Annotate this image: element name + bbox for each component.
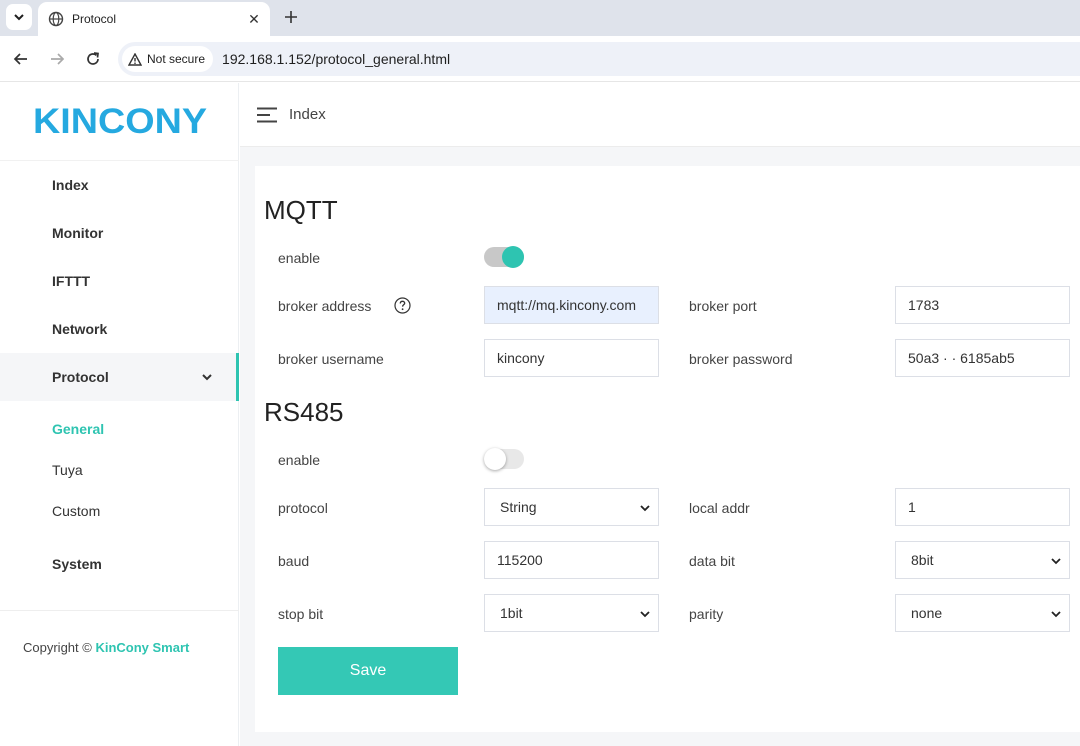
broker-port-label: broker port bbox=[689, 298, 757, 314]
broker-address-value: mqtt://mq.kincony.com bbox=[497, 297, 637, 313]
menu-icon[interactable] bbox=[257, 107, 277, 123]
rs485-enable-label: enable bbox=[278, 452, 321, 468]
broker-username-input[interactable]: kincony bbox=[484, 339, 659, 377]
broker-username-label: broker username bbox=[278, 351, 384, 367]
data-bit-label: data bit bbox=[689, 553, 735, 569]
help-icon[interactable] bbox=[394, 297, 411, 314]
breadcrumb[interactable]: Index bbox=[289, 106, 326, 123]
baud-input[interactable]: 115200 bbox=[484, 541, 659, 579]
sidebar-subitem-tuya[interactable]: Tuya bbox=[0, 452, 239, 488]
sidebar-item-monitor[interactable]: Monitor bbox=[0, 209, 239, 257]
baud-label: baud bbox=[278, 553, 310, 569]
sidebar-subitem-label: Custom bbox=[52, 503, 101, 519]
stop-bit-value: 1bit bbox=[500, 605, 523, 621]
sidebar-item-label: Protocol bbox=[52, 369, 109, 385]
sidebar-item-label: IFTTT bbox=[52, 273, 91, 289]
local-addr-input[interactable]: 1 bbox=[895, 488, 1070, 526]
forward-button[interactable] bbox=[45, 47, 69, 71]
sidebar-item-protocol[interactable]: Protocol bbox=[0, 353, 239, 401]
logo-wordmark: KINCONY bbox=[33, 102, 207, 141]
plus-icon bbox=[285, 11, 297, 23]
stop-bit-select[interactable]: 1bit bbox=[484, 594, 659, 632]
sidebar-item-index[interactable]: Index bbox=[0, 161, 239, 209]
mqtt-enable-toggle[interactable] bbox=[484, 246, 524, 268]
sidebar-item-ifttt[interactable]: IFTTT bbox=[0, 257, 239, 305]
data-bit-value: 8bit bbox=[911, 552, 934, 568]
save-button[interactable]: Save bbox=[278, 647, 458, 695]
local-addr-value: 1 bbox=[908, 499, 916, 515]
chevron-down-icon bbox=[640, 611, 650, 618]
sidebar-subitem-label: Tuya bbox=[52, 462, 83, 478]
data-bit-select[interactable]: 8bit bbox=[895, 541, 1070, 579]
copyright-link[interactable]: KinCony Smart bbox=[95, 640, 189, 655]
warning-icon bbox=[128, 52, 142, 66]
browser-toolbar: Not secure 192.168.1.152/protocol_genera… bbox=[0, 36, 1080, 82]
kincony-logo: KINCONY bbox=[33, 102, 209, 142]
back-button[interactable] bbox=[9, 47, 33, 71]
security-label: Not secure bbox=[147, 52, 206, 66]
sidebar-subitem-custom[interactable]: Custom bbox=[0, 493, 239, 529]
chevron-down-icon bbox=[14, 14, 24, 21]
chevron-down-icon bbox=[640, 505, 650, 512]
close-tab-icon[interactable]: ✕ bbox=[244, 9, 264, 29]
parity-value: none bbox=[911, 605, 943, 621]
tab-title: Protocol bbox=[72, 12, 117, 26]
sidebar-item-system[interactable]: System bbox=[0, 540, 239, 588]
globe-icon bbox=[48, 11, 64, 27]
mqtt-enable-label: enable bbox=[278, 250, 321, 266]
chevron-down-icon bbox=[1051, 558, 1061, 565]
new-tab-button[interactable] bbox=[280, 6, 302, 28]
broker-password-value: 50a3 · · 6185ab5 bbox=[908, 350, 1015, 366]
rs485-section-title: RS485 bbox=[264, 397, 344, 427]
sidebar-item-label: System bbox=[52, 556, 102, 572]
toggle-knob bbox=[484, 448, 506, 470]
reload-button[interactable] bbox=[81, 47, 105, 71]
arrow-left-icon bbox=[13, 53, 27, 65]
broker-password-input[interactable]: 50a3 · · 6185ab5 bbox=[895, 339, 1070, 377]
sidebar: KINCONY Index Monitor IFTTT Network Prot… bbox=[0, 83, 239, 746]
url-text[interactable]: 192.168.1.152/protocol_general.html bbox=[222, 51, 450, 67]
sidebar-item-label: Network bbox=[52, 321, 108, 337]
browser-tab[interactable]: Protocol ✕ bbox=[38, 2, 270, 36]
local-addr-label: local addr bbox=[689, 500, 750, 516]
protocol-value: String bbox=[500, 499, 537, 515]
protocol-select[interactable]: String bbox=[484, 488, 659, 526]
stop-bit-label: stop bit bbox=[278, 606, 324, 622]
parity-select[interactable]: none bbox=[895, 594, 1070, 632]
arrow-right-icon bbox=[51, 53, 65, 65]
parity-label: parity bbox=[689, 606, 724, 622]
chevron-down-icon bbox=[202, 374, 212, 381]
divider bbox=[0, 610, 239, 611]
broker-password-label: broker password bbox=[689, 351, 793, 367]
chevron-down-icon bbox=[1051, 611, 1061, 618]
address-bar[interactable]: Not secure 192.168.1.152/protocol_genera… bbox=[118, 42, 1080, 76]
rs485-enable-toggle[interactable] bbox=[484, 448, 524, 470]
sidebar-item-label: Monitor bbox=[52, 225, 104, 241]
logo-text: KINCONY bbox=[33, 105, 207, 137]
tab-search-button[interactable] bbox=[6, 4, 32, 30]
top-header: Index bbox=[240, 83, 1080, 147]
broker-username-value: kincony bbox=[497, 350, 545, 366]
sidebar-item-label: Index bbox=[52, 177, 89, 193]
sidebar-subitem-label: General bbox=[52, 421, 105, 437]
copyright-text: Copyright © bbox=[23, 640, 92, 655]
broker-address-input[interactable]: mqtt://mq.kincony.com bbox=[484, 286, 659, 324]
site-info-chip[interactable]: Not secure bbox=[122, 46, 214, 72]
reload-icon bbox=[87, 52, 99, 65]
mqtt-section-title: MQTT bbox=[264, 195, 338, 225]
toggle-knob bbox=[502, 246, 524, 268]
broker-address-label: broker address bbox=[278, 298, 372, 314]
sidebar-item-network[interactable]: Network bbox=[0, 305, 239, 353]
broker-port-value: 1783 bbox=[908, 297, 940, 313]
broker-port-input[interactable]: 1783 bbox=[895, 286, 1070, 324]
protocol-label: protocol bbox=[278, 500, 328, 516]
browser-tab-bar: Protocol ✕ bbox=[0, 0, 1080, 36]
sidebar-subitem-general[interactable]: General bbox=[0, 411, 239, 447]
baud-value: 115200 bbox=[497, 552, 543, 568]
copyright: Copyright © KinCony Smart bbox=[23, 640, 189, 655]
